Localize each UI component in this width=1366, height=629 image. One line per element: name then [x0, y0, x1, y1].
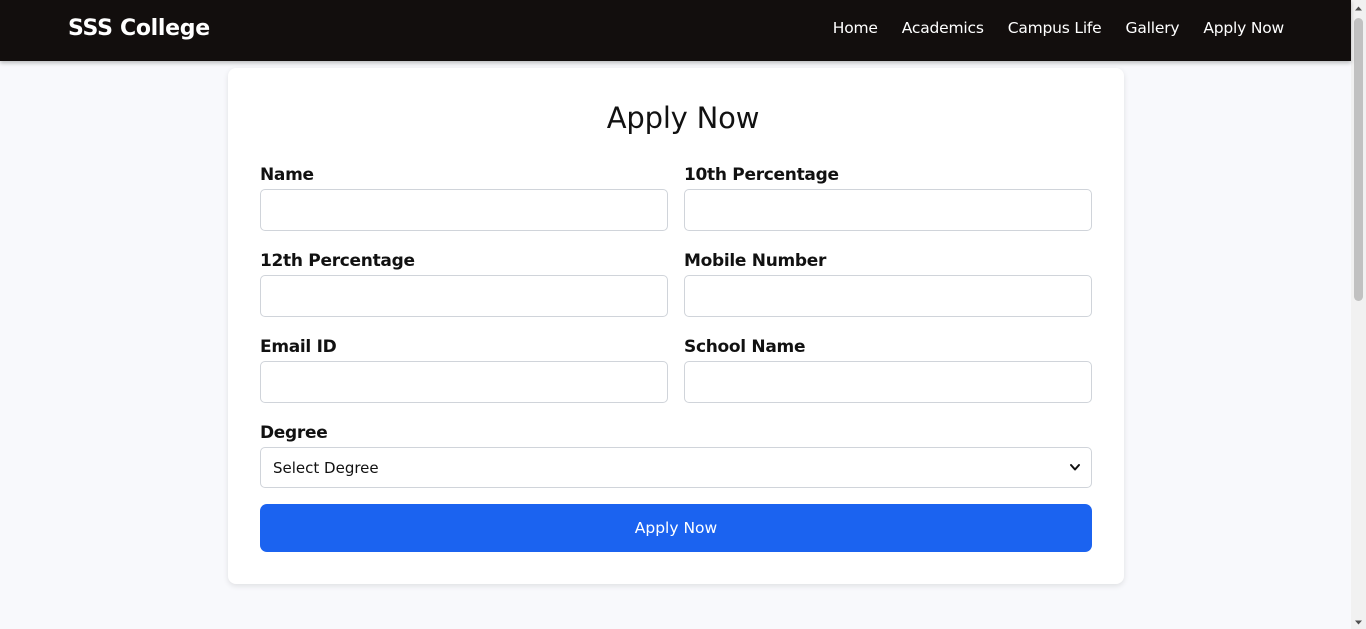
nav-link-apply-now[interactable]: Apply Now	[1203, 19, 1284, 37]
nav-link-gallery[interactable]: Gallery	[1126, 19, 1180, 37]
brand-logo[interactable]: SSS College	[68, 16, 210, 41]
school-name-input[interactable]	[684, 361, 1092, 403]
email-input[interactable]	[260, 361, 668, 403]
page-title: Apply Now	[606, 101, 760, 135]
mobile-number-label: Mobile Number	[684, 251, 827, 271]
email-label: Email ID	[260, 337, 337, 357]
scrollbar-thumb[interactable]	[1354, 18, 1363, 301]
nav-link-academics[interactable]: Academics	[902, 19, 984, 37]
tenth-percentage-label: 10th Percentage	[684, 165, 839, 185]
navbar: SSS College Home Academics Campus Life G…	[0, 0, 1351, 61]
nav-link-campus-life[interactable]: Campus Life	[1008, 19, 1102, 37]
tenth-percentage-input[interactable]	[684, 189, 1092, 231]
page-scrollbar[interactable]	[1351, 0, 1366, 629]
degree-select[interactable]: Select Degree	[260, 447, 1092, 488]
nav-links: Home Academics Campus Life Gallery Apply…	[809, 19, 1284, 37]
mobile-number-input[interactable]	[684, 275, 1092, 317]
scroll-down-arrow-icon[interactable]	[1354, 618, 1363, 627]
school-name-label: School Name	[684, 337, 806, 357]
twelfth-percentage-input[interactable]	[260, 275, 668, 317]
scroll-up-arrow-icon[interactable]	[1354, 4, 1363, 13]
name-label: Name	[260, 165, 314, 185]
twelfth-percentage-label: 12th Percentage	[260, 251, 415, 271]
name-input[interactable]	[260, 189, 668, 231]
apply-now-button[interactable]: Apply Now	[260, 504, 1092, 552]
degree-select-value: Select Degree	[273, 458, 379, 477]
degree-label: Degree	[260, 423, 328, 443]
chevron-down-icon	[1070, 464, 1080, 471]
nav-link-home[interactable]: Home	[833, 19, 878, 37]
